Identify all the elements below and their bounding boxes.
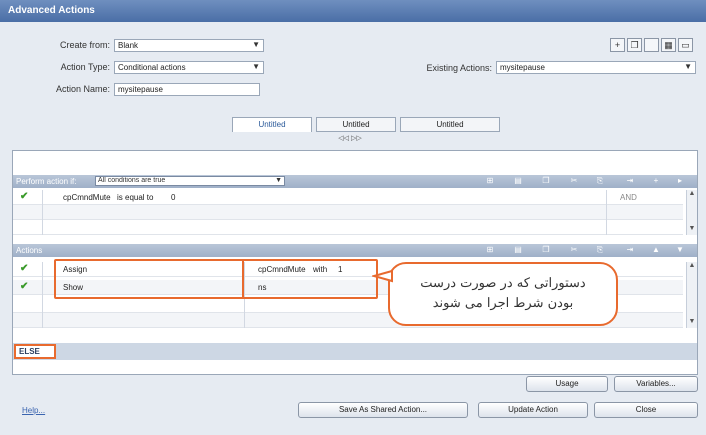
blank-icon[interactable] (644, 38, 659, 52)
check-icon: ✔ (20, 281, 29, 292)
if-section-header: Perform action if: All conditions are tr… (13, 175, 697, 188)
variables-button[interactable]: Variables... (614, 376, 698, 392)
column-divider (42, 190, 43, 235)
usage-button[interactable]: Usage (526, 376, 608, 392)
actions-section-header: Actions ⊞ ▤ ❐ ✂ ⎘ ⇥ ▲ ▼ (13, 244, 697, 257)
help-link[interactable]: Help... (22, 406, 45, 415)
action-name-label: Action Name: (55, 84, 110, 94)
tab-decision-1[interactable]: Untitled (232, 117, 312, 132)
delete-row-icon[interactable]: ▤ (511, 176, 525, 185)
delete-icon[interactable]: ▭ (678, 38, 693, 52)
window-title: Advanced Actions (8, 5, 95, 16)
action-type-label: Action Type: (60, 62, 110, 72)
insert-row-icon[interactable]: ⇥ (623, 176, 637, 185)
actions-label: Actions (16, 246, 43, 255)
move-down-icon[interactable]: ▸ (673, 176, 687, 185)
callout-line-1: دستوراتی که در صورت درست (420, 276, 586, 291)
condition-row-empty[interactable] (13, 220, 683, 235)
copy-icon[interactable]: ❐ (627, 38, 642, 52)
actions-scrollbar[interactable]: ▲ ▼ (686, 262, 697, 328)
column-divider (42, 262, 43, 328)
action-type-value: Conditional actions (118, 63, 186, 72)
condition-joiner: AND (620, 193, 637, 202)
condition-row-empty[interactable] (13, 205, 683, 220)
condition-value: 0 (171, 193, 176, 202)
scroll-down-icon[interactable]: ▼ (687, 318, 697, 328)
grid-icon[interactable]: ▦ (661, 38, 676, 52)
chevron-down-icon: ▼ (684, 62, 692, 71)
chevron-down-icon: ▼ (275, 177, 282, 184)
callout-text: دستوراتی که در صورت درست بودن شرط اجرا م… (390, 274, 616, 314)
copy-icon[interactable]: ❐ (539, 176, 553, 185)
title-bar: Advanced Actions (0, 0, 706, 22)
perform-action-label: Perform action if: (16, 177, 77, 186)
close-button[interactable]: Close (594, 402, 698, 418)
action-type-select[interactable]: Conditional actions ▼ (114, 61, 264, 74)
chevron-down-icon: ▼ (252, 62, 260, 71)
save-shared-action-button[interactable]: Save As Shared Action... (298, 402, 468, 418)
condition-row[interactable]: ✔ cpCmndMute is equal to 0 AND (13, 190, 683, 205)
condition-operator: is equal to (117, 193, 154, 202)
insert-row-icon[interactable]: ⇥ (623, 245, 637, 254)
create-from-value: Blank (118, 41, 139, 50)
tab-scroll-arrows[interactable]: ◁◁ ▷▷ (320, 134, 380, 142)
create-from-select[interactable]: Blank ▼ (114, 39, 264, 52)
column-divider (606, 190, 607, 235)
paste-icon[interactable]: ⎘ (593, 245, 607, 255)
callout-bubble: دستوراتی که در صورت درست بودن شرط اجرا م… (388, 262, 618, 326)
tab-decision-3[interactable]: Untitled (400, 117, 500, 132)
align-icon[interactable]: ⊞ (483, 245, 497, 254)
existing-actions-label: Existing Actions: (426, 63, 492, 73)
scroll-up-icon[interactable]: ▲ (687, 190, 697, 200)
create-from-label: Create from: (59, 40, 110, 50)
action-name-input[interactable]: mysitepause (114, 83, 260, 96)
condition-mode-select[interactable]: All conditions are true ▼ (95, 176, 285, 186)
add-icon[interactable]: + (610, 38, 625, 52)
callout-line-2: بودن شرط اجرا می شوند (432, 296, 574, 311)
existing-actions-value: mysitepause (500, 63, 545, 72)
add-row-icon[interactable]: + (649, 176, 663, 185)
copy-icon[interactable]: ❐ (539, 245, 553, 254)
actions-highlight (54, 259, 378, 299)
conditions-scrollbar[interactable]: ▲ ▼ (686, 190, 697, 235)
tab-decision-2[interactable]: Untitled (316, 117, 396, 132)
update-action-button[interactable]: Update Action (478, 402, 588, 418)
else-tab[interactable]: ELSE (14, 344, 56, 359)
condition-mode-value: All conditions are true (98, 177, 166, 184)
cut-icon[interactable]: ✂ (567, 176, 581, 185)
scroll-up-icon[interactable]: ▲ (687, 262, 697, 272)
condition-variable: cpCmndMute (63, 193, 111, 202)
cut-icon[interactable]: ✂ (567, 245, 581, 254)
align-icon[interactable]: ⊞ (483, 176, 497, 185)
check-icon: ✔ (20, 263, 29, 274)
scroll-down-icon[interactable]: ▼ (687, 225, 697, 235)
move-up-icon[interactable]: ▲ (649, 245, 663, 254)
existing-actions-select[interactable]: mysitepause ▼ (496, 61, 696, 74)
paste-icon[interactable]: ⎘ (593, 176, 607, 186)
move-down-icon[interactable]: ▼ (673, 245, 687, 254)
check-icon: ✔ (20, 191, 29, 202)
advanced-actions-dialog: Advanced Actions Create from: Blank ▼ Ac… (0, 0, 706, 435)
chevron-down-icon: ▼ (252, 40, 260, 49)
highlight-divider (242, 261, 244, 297)
else-bar (13, 343, 697, 360)
delete-row-icon[interactable]: ▤ (511, 245, 525, 254)
callout-pointer (372, 269, 393, 283)
